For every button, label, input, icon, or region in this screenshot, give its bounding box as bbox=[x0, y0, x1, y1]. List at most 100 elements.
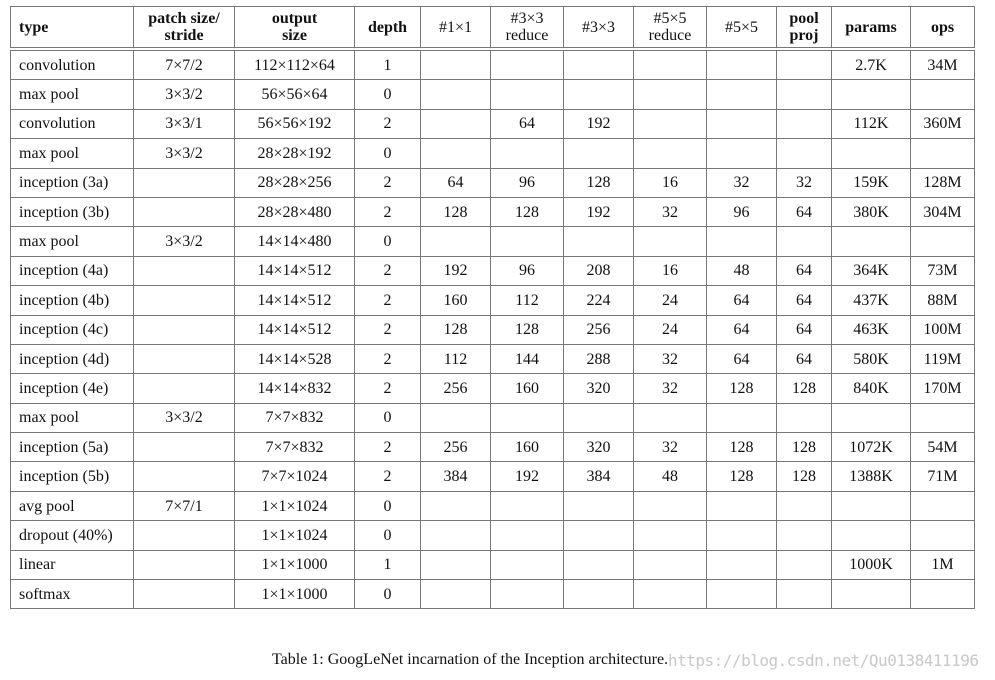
cell-1x1 bbox=[420, 108, 491, 140]
cell-5x5-reduce: 24 bbox=[633, 314, 707, 345]
cell-type: inception (4d) bbox=[10, 343, 134, 375]
cell-ops: 88M bbox=[910, 285, 975, 316]
cell-1x1 bbox=[420, 490, 491, 522]
cell-depth: 0 bbox=[354, 226, 421, 257]
cell-ops bbox=[910, 579, 975, 610]
cell-type: inception (4c) bbox=[10, 314, 134, 345]
table-body: convolution 7×7/2 112×112×64 1 2.7K 34M max po… bbox=[10, 48, 975, 610]
cell-5x5-reduce: 32 bbox=[633, 343, 707, 375]
cell-1x1 bbox=[420, 549, 491, 581]
cell-type: inception (4b) bbox=[10, 285, 134, 316]
cell-3x3-reduce bbox=[490, 226, 564, 257]
cell-5x5-reduce bbox=[633, 226, 707, 257]
column-header-line: ops bbox=[930, 18, 955, 36]
cell-5x5: 64 bbox=[706, 285, 777, 316]
column-header-line: #1×1 bbox=[438, 18, 473, 36]
column-header-pool-proj: pool proj bbox=[776, 6, 832, 50]
cell-depth: 2 bbox=[354, 196, 421, 228]
cell-pool-proj: 64 bbox=[776, 343, 832, 375]
cell-type: convolution bbox=[10, 48, 134, 81]
cell-5x5 bbox=[706, 490, 777, 522]
cell-depth: 2 bbox=[354, 167, 421, 198]
column-header-line: #5×5 bbox=[724, 18, 759, 36]
column-header-1x1: #1×1 bbox=[420, 6, 491, 50]
column-header-line: type bbox=[19, 18, 49, 36]
cell-depth: 2 bbox=[354, 373, 421, 404]
table-row: inception (3a) 28×28×256 2 64 96 128 16 32 32 159… bbox=[10, 167, 975, 198]
cell-depth: 0 bbox=[354, 79, 421, 110]
cell-5x5-reduce bbox=[633, 108, 707, 140]
cell-3x3-reduce bbox=[490, 579, 564, 610]
cell-output-size: 28×28×192 bbox=[234, 138, 355, 169]
cell-1x1 bbox=[420, 579, 491, 610]
cell-ops: 73M bbox=[910, 255, 975, 287]
cell-patch-size-stride bbox=[133, 167, 235, 198]
cell-params: 112K bbox=[831, 108, 911, 140]
cell-pool-proj: 128 bbox=[776, 461, 832, 492]
cell-ops: 34M bbox=[910, 48, 975, 81]
cell-3x3 bbox=[563, 579, 634, 610]
cell-1x1: 256 bbox=[420, 373, 491, 404]
column-header-params: params bbox=[831, 6, 911, 50]
cell-type: max pool bbox=[10, 226, 134, 257]
cell-3x3 bbox=[563, 226, 634, 257]
cell-patch-size-stride bbox=[133, 196, 235, 228]
cell-5x5-reduce bbox=[633, 402, 707, 434]
cell-3x3-reduce: 112 bbox=[490, 285, 564, 316]
cell-type: inception (5a) bbox=[10, 432, 134, 463]
cell-patch-size-stride: 3×3/2 bbox=[133, 402, 235, 434]
cell-5x5-reduce: 48 bbox=[633, 461, 707, 492]
cell-pool-proj: 64 bbox=[776, 285, 832, 316]
column-header-depth: depth bbox=[354, 6, 421, 50]
cell-5x5-reduce: 32 bbox=[633, 432, 707, 463]
cell-ops: 100M bbox=[910, 314, 975, 345]
cell-1x1 bbox=[420, 402, 491, 434]
cell-type: inception (4a) bbox=[10, 255, 134, 287]
cell-5x5 bbox=[706, 579, 777, 610]
cell-pool-proj bbox=[776, 48, 832, 81]
cell-1x1: 128 bbox=[420, 196, 491, 228]
table-row: inception (4e) 14×14×832 2 256 160 320 32 128 12… bbox=[10, 373, 975, 404]
cell-3x3-reduce: 144 bbox=[490, 343, 564, 375]
cell-depth: 1 bbox=[354, 549, 421, 581]
cell-pool-proj: 32 bbox=[776, 167, 832, 198]
cell-output-size: 7×7×832 bbox=[234, 432, 355, 463]
table-row: max pool 3×3/2 56×56×64 0 bbox=[10, 79, 975, 110]
cell-3x3 bbox=[563, 402, 634, 434]
column-header-line: output bbox=[271, 10, 318, 27]
cell-params: 463K bbox=[831, 314, 911, 345]
table-row: inception (4a) 14×14×512 2 192 96 208 16 48 64 36… bbox=[10, 255, 975, 287]
table-row: max pool 3×3/2 14×14×480 0 bbox=[10, 226, 975, 257]
cell-type: inception (3a) bbox=[10, 167, 134, 198]
cell-patch-size-stride bbox=[133, 343, 235, 375]
table-row: avg pool 7×7/1 1×1×1024 0 bbox=[10, 490, 975, 522]
column-header-line: size bbox=[282, 27, 307, 44]
cell-3x3: 256 bbox=[563, 314, 634, 345]
table-row: inception (3b) 28×28×480 2 128 128 192 32 96 64 3… bbox=[10, 196, 975, 228]
cell-output-size: 56×56×64 bbox=[234, 79, 355, 110]
cell-pool-proj bbox=[776, 490, 832, 522]
cell-1x1 bbox=[420, 79, 491, 110]
cell-params: 840K bbox=[831, 373, 911, 404]
cell-3x3-reduce: 160 bbox=[490, 432, 564, 463]
cell-1x1: 160 bbox=[420, 285, 491, 316]
cell-depth: 2 bbox=[354, 461, 421, 492]
column-header-line: #3×3 bbox=[581, 18, 616, 36]
cell-type: inception (4e) bbox=[10, 373, 134, 404]
cell-1x1 bbox=[420, 48, 491, 81]
cell-output-size: 1×1×1024 bbox=[234, 490, 355, 522]
cell-3x3-reduce: 128 bbox=[490, 196, 564, 228]
cell-params: 2.7K bbox=[831, 48, 911, 81]
cell-5x5 bbox=[706, 108, 777, 140]
cell-1x1 bbox=[420, 138, 491, 169]
cell-3x3-reduce bbox=[490, 402, 564, 434]
cell-pool-proj: 64 bbox=[776, 196, 832, 228]
cell-5x5: 64 bbox=[706, 314, 777, 345]
cell-5x5-reduce bbox=[633, 138, 707, 169]
table-row: convolution 7×7/2 112×112×64 1 2.7K 34M bbox=[10, 48, 975, 81]
cell-output-size: 1×1×1000 bbox=[234, 549, 355, 581]
cell-ops bbox=[910, 226, 975, 257]
cell-3x3-reduce: 192 bbox=[490, 461, 564, 492]
cell-params bbox=[831, 226, 911, 257]
cell-3x3-reduce: 96 bbox=[490, 255, 564, 287]
